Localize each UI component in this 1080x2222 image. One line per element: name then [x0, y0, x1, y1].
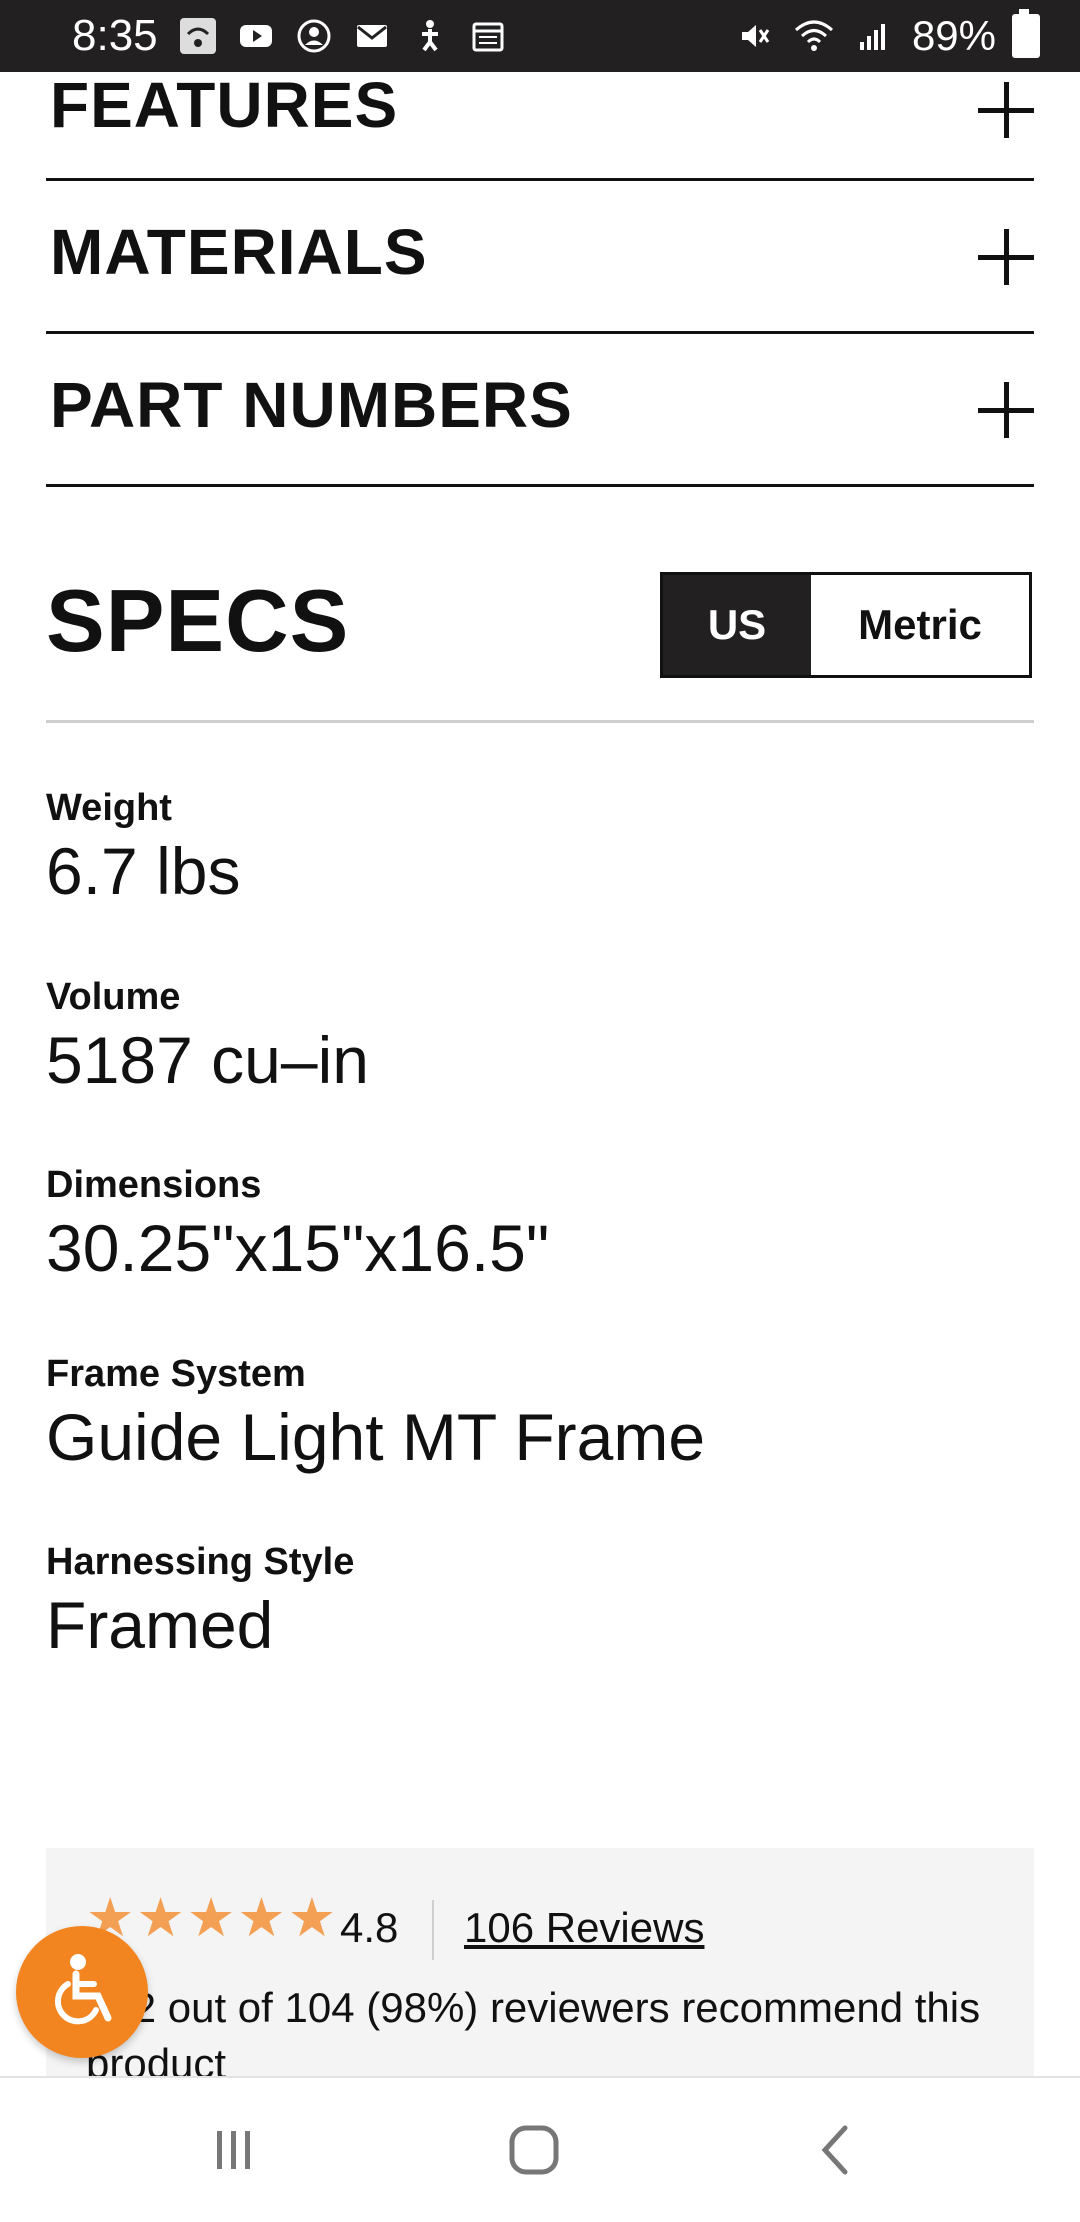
star-icon: ★ [287, 1888, 337, 1948]
product-details-accordion: FEATURES MATERIALS PART NUMBERS [46, 30, 1034, 487]
plus-icon[interactable] [978, 229, 1034, 285]
unit-toggle: US Metric [660, 572, 1032, 678]
specs-heading: SPECS [46, 571, 350, 670]
spec-value: Framed [46, 1588, 274, 1662]
spec-label: Volume [46, 976, 181, 1018]
spec-label: Harnessing Style [46, 1541, 355, 1583]
wheelchair-icon [54, 1954, 112, 2025]
accessibility-button[interactable] [16, 1926, 148, 2058]
accordion-part-numbers[interactable]: PART NUMBERS [46, 334, 1034, 487]
back-icon [821, 2125, 848, 2175]
spec-label: Dimensions [46, 1164, 262, 1206]
star-icon: ★ [136, 1888, 185, 1948]
spec-frame-system: Frame System Guide Light MT Frame [46, 1352, 705, 1476]
accordion-title: PART NUMBERS [50, 369, 573, 441]
spec-value: Guide Light MT Frame [46, 1400, 706, 1474]
rating-separator [432, 1900, 434, 1960]
accordion-title: MATERIALS [50, 216, 428, 288]
back-button[interactable] [796, 2118, 876, 2182]
recent-apps-icon [217, 2131, 250, 2169]
spec-label: Weight [46, 787, 172, 829]
spec-value: 30.25"x15"x16.5" [46, 1211, 550, 1285]
spec-weight: Weight 6.7 lbs [46, 786, 240, 910]
reviews-summary: ★ ★ ★ ★ ★ 4.8 106 Reviews 102 out of 104… [46, 1848, 1034, 2088]
spec-label: Frame System [46, 1353, 306, 1395]
accordion-materials[interactable]: MATERIALS [46, 181, 1034, 334]
spec-value: 5187 cu–in [46, 1023, 369, 1097]
accordion-title: FEATURES [50, 69, 399, 141]
specs-divider [46, 720, 1034, 723]
accordion-features[interactable]: FEATURES [46, 30, 1034, 181]
spec-volume: Volume 5187 cu–in [46, 975, 369, 1099]
home-icon [509, 2125, 559, 2175]
unit-metric-button[interactable]: Metric [811, 575, 1029, 675]
star-icon: ★ [237, 1888, 286, 1948]
star-rating: ★ ★ ★ ★ ★ [86, 1888, 336, 1948]
spec-dimensions: Dimensions 30.25"x15"x16.5" [46, 1163, 549, 1287]
recent-apps-button[interactable] [194, 2118, 274, 2182]
spec-harnessing-style: Harnessing Style Framed [46, 1540, 354, 1664]
star-icon: ★ [186, 1888, 236, 1948]
system-nav-bar [0, 2076, 1080, 2222]
spec-value: 6.7 lbs [46, 834, 241, 908]
rating-value: 4.8 [340, 1904, 399, 1951]
unit-us-button[interactable]: US [663, 575, 811, 675]
plus-icon[interactable] [978, 82, 1034, 138]
reviews-link[interactable]: 106 Reviews [464, 1904, 704, 1952]
home-button[interactable] [494, 2118, 574, 2182]
plus-icon[interactable] [978, 382, 1034, 438]
